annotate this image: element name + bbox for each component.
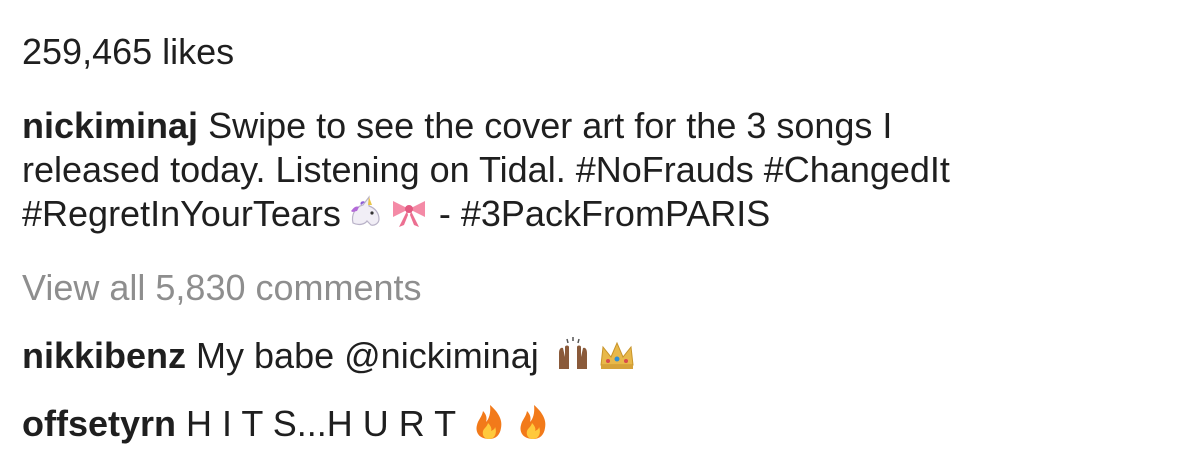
comment-item: offsetyrn H I T S...H U R T xyxy=(22,402,553,446)
hashtag-regret[interactable]: #RegretInYourTears xyxy=(22,193,341,234)
caption-line-3: #RegretInYourTears - #3PackFromPARIS xyxy=(22,192,1182,236)
likes-count[interactable]: 259,465 likes xyxy=(22,30,234,74)
caption-text-1: Swipe to see the cover art for the 3 son… xyxy=(198,105,893,146)
caption-text-3: - #3PackFromPARIS xyxy=(438,193,771,234)
unicorn-icon xyxy=(345,193,385,231)
caption-line-2: released today. Listening on Tidal. #NoF… xyxy=(22,149,950,190)
post-caption: nickiminaj Swipe to see the cover art fo… xyxy=(22,104,1182,236)
caption-username[interactable]: nickiminaj xyxy=(22,105,198,146)
comment-username[interactable]: nikkibenz xyxy=(22,335,186,376)
caption-line-1: nickiminaj Swipe to see the cover art fo… xyxy=(22,104,1182,148)
comment-text: H I T S...H U R T xyxy=(176,403,456,444)
view-all-comments-link[interactable]: View all 5,830 comments xyxy=(22,266,422,310)
fire-icon xyxy=(513,403,553,441)
raised-hands-icon xyxy=(553,335,593,373)
fire-icon xyxy=(469,403,509,441)
comment-item: nikkibenz My babe @nickiminaj xyxy=(22,334,637,378)
comment-text: My babe @nickiminaj xyxy=(186,335,539,376)
crown-icon xyxy=(597,335,637,373)
comment-username[interactable]: offsetyrn xyxy=(22,403,176,444)
ribbon-icon xyxy=(389,193,429,231)
